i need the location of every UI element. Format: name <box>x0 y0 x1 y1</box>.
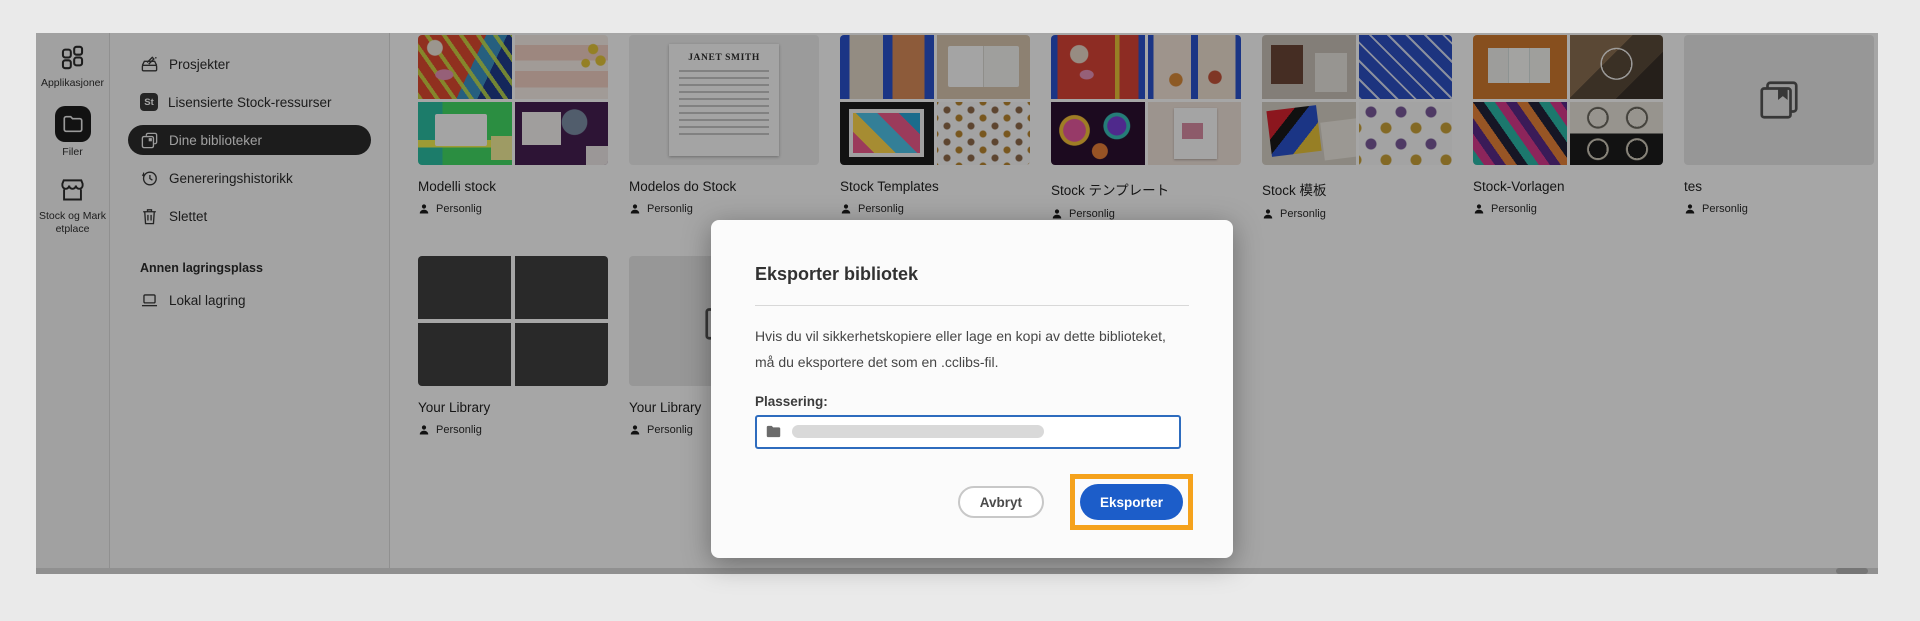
dialog-body-text: Hvis du vil sikkerhetskopiere eller lage… <box>755 328 1166 370</box>
folder-icon <box>765 423 782 440</box>
annotation-highlight-box: Eksporter <box>1069 474 1193 530</box>
export-library-dialog: Eksporter bibliotek Hvis du vil sikkerhe… <box>711 220 1233 558</box>
location-value-redacted <box>792 425 1044 439</box>
dialog-actions: Avbryt Eksporter <box>957 474 1193 530</box>
location-label: Plassering: <box>755 393 828 409</box>
location-input[interactable] <box>755 414 1181 449</box>
screen: Applikasjoner Filer Stock og Marketplace… <box>0 0 1920 621</box>
dialog-divider <box>755 305 1189 306</box>
dialog-title: Eksporter bibliotek <box>755 264 919 284</box>
export-button[interactable]: Eksporter <box>1079 484 1183 520</box>
cancel-button[interactable]: Avbryt <box>957 486 1044 518</box>
